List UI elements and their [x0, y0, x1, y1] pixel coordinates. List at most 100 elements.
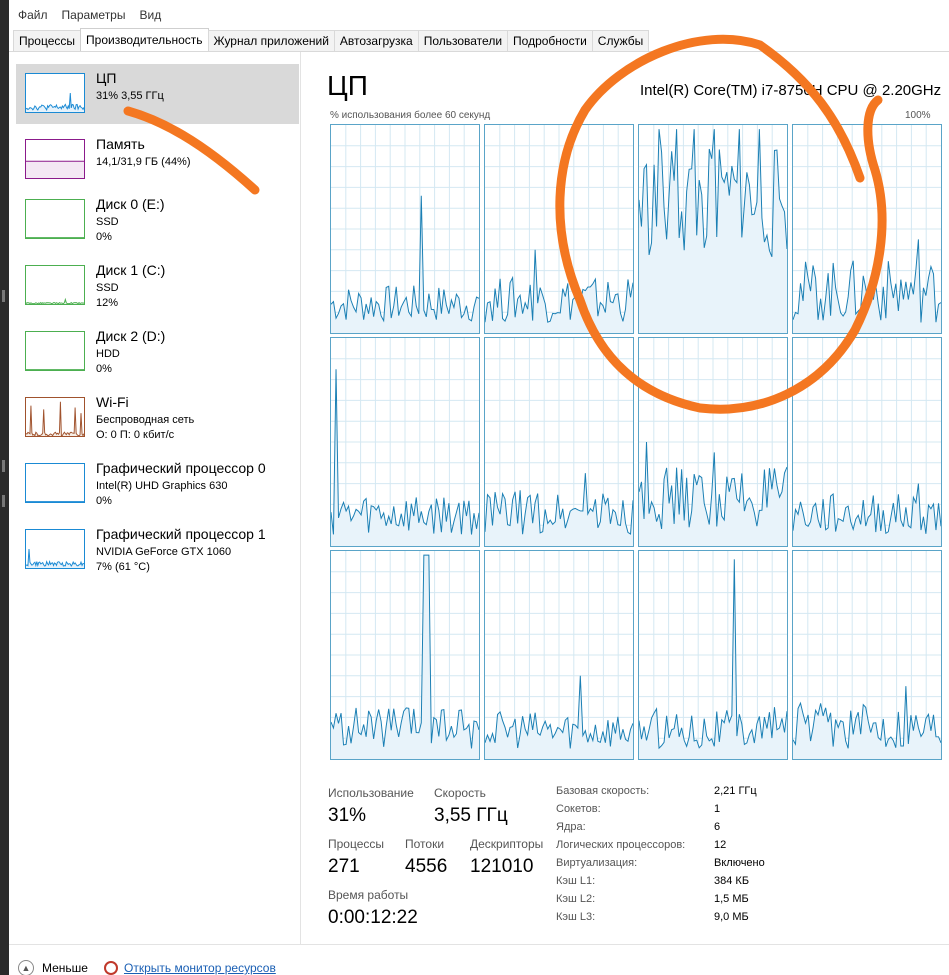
speed-value: 3,55 ГГц	[434, 805, 508, 826]
uptime-value: 0:00:12:22	[328, 907, 418, 928]
info-key: Ядра:	[556, 821, 586, 833]
tab-app-history[interactable]: Журнал приложений	[207, 30, 335, 51]
sidebar-item-value: 0%	[96, 231, 112, 243]
usage-value: 31%	[328, 805, 367, 826]
footer: ▲ Меньше Открыть монитор ресурсов	[18, 960, 276, 975]
uptime-label: Время работы	[328, 888, 409, 902]
sidebar-item-subtitle: SSD	[96, 282, 119, 294]
info-value: 9,0 МБ	[714, 911, 749, 923]
logical-cpu-graph-3	[792, 124, 942, 334]
sidebar-item-value: О: 0 П: 0 кбит/с	[96, 429, 175, 441]
sidebar-item-2[interactable]: Диск 0 (E:) SSD 0%	[16, 190, 299, 250]
info-row: Сокетов: 1	[556, 803, 816, 821]
sidebar-item-subtitle: Беспроводная сеть	[96, 414, 195, 426]
logical-cpu-graph-4	[330, 337, 480, 547]
open-resource-monitor-link[interactable]: Открыть монитор ресурсов	[124, 961, 276, 975]
logical-cpu-graph-5	[484, 337, 634, 547]
logical-cpu-graph-10	[638, 550, 788, 760]
info-row: Кэш L1: 384 КБ	[556, 875, 816, 893]
info-key: Кэш L1:	[556, 875, 596, 887]
resource-monitor-icon	[103, 961, 118, 975]
sidebar-item-subtitle: NVIDIA GeForce GTX 1060	[96, 546, 232, 558]
tab-services[interactable]: Службы	[591, 30, 650, 51]
tab-performance[interactable]: Производительность	[80, 28, 209, 51]
tab-processes[interactable]: Процессы	[13, 30, 82, 51]
menu-file[interactable]: Файл	[18, 8, 48, 22]
info-value: Включено	[714, 857, 765, 869]
sidebar-item-7[interactable]: Графический процессор 1 NVIDIA GeForce GT…	[16, 520, 299, 580]
tab-startup[interactable]: Автозагрузка	[333, 30, 419, 51]
info-row: Виртуализация: Включено	[556, 857, 816, 875]
processes-label: Процессы	[328, 837, 385, 851]
usage-label: Использование	[328, 786, 414, 800]
speed-label: Скорость	[434, 786, 486, 800]
sidebar-item-subtitle: 31% 3,55 ГГц	[96, 90, 164, 102]
menu-view[interactable]: Вид	[139, 8, 161, 22]
sidebar-item-title: Диск 2 (D:)	[96, 328, 166, 344]
pane-divider[interactable]	[300, 52, 301, 945]
info-value: 6	[714, 821, 721, 833]
menu-bar: Файл Параметры Вид	[9, 0, 949, 30]
sidebar-item-value: 7% (61 °C)	[96, 561, 150, 573]
sidebar-item-graph	[25, 331, 85, 371]
sidebar-item-subtitle: Intel(R) UHD Graphics 630	[96, 480, 228, 492]
cpu-model-name: Intel(R) Core(TM) i7-8750H CPU @ 2.20GHz	[640, 82, 942, 99]
info-key: Логических процессоров:	[556, 839, 686, 851]
sidebar-item-3[interactable]: Диск 1 (C:) SSD 12%	[16, 256, 299, 316]
logical-cpu-graph-2	[638, 124, 788, 334]
info-key: Кэш L2:	[556, 893, 596, 905]
tab-bar: Процессы Производительность Журнал прило…	[9, 28, 949, 52]
logical-cpu-graph-9	[484, 550, 634, 760]
footer-divider	[9, 944, 949, 945]
sidebar-item-title: ЦП	[96, 70, 117, 86]
info-value: 1,5 МБ	[714, 893, 749, 905]
handles-value: 121010	[470, 856, 534, 877]
tab-details[interactable]: Подробности	[507, 30, 593, 51]
info-row: Ядра: 6	[556, 821, 816, 839]
sidebar-item-subtitle: HDD	[96, 348, 120, 360]
sidebar-item-5[interactable]: Wi-Fi Беспроводная сеть О: 0 П: 0 кбит/с	[16, 388, 299, 448]
sidebar-item-title: Память	[96, 136, 145, 152]
graph-area	[26, 549, 84, 568]
info-value: 12	[714, 839, 727, 851]
sidebar-item-title: Wi-Fi	[96, 394, 129, 410]
graph-axis-max: 100%	[905, 110, 931, 121]
processes-value: 271	[328, 856, 360, 877]
sidebar-item-0[interactable]: ЦП 31% 3,55 ГГц	[16, 64, 299, 124]
logical-cpu-graph-6	[638, 337, 788, 547]
sidebar-item-4[interactable]: Диск 2 (D:) HDD 0%	[16, 322, 299, 382]
tab-users[interactable]: Пользователи	[417, 30, 509, 51]
info-value: 2,21 ГГц	[714, 785, 757, 797]
info-value: 1	[714, 803, 721, 815]
threads-value: 4556	[405, 856, 448, 877]
sidebar-item-subtitle: 14,1/31,9 ГБ (44%)	[96, 156, 191, 168]
info-row: Кэш L3: 9,0 МБ	[556, 911, 816, 929]
sidebar-item-1[interactable]: Память 14,1/31,9 ГБ (44%)	[16, 130, 299, 190]
handles-label: Дескрипторы	[470, 837, 544, 851]
sidebar-item-subtitle: SSD	[96, 216, 119, 228]
graph-area	[639, 129, 787, 333]
logical-cpu-graph-grid[interactable]	[330, 124, 942, 760]
logical-cpu-graph-0	[330, 124, 480, 334]
info-key: Сокетов:	[556, 803, 601, 815]
logical-cpu-graph-11	[792, 550, 942, 760]
taskbar-strip	[0, 0, 9, 975]
graph-axis-caption: % использования более 60 секунд	[330, 110, 491, 121]
info-key: Виртуализация:	[556, 857, 638, 869]
page-title: ЦП	[327, 70, 368, 101]
graph-area	[26, 161, 84, 178]
cpu-info-table: Базовая скорость: 2,21 ГГц Сокетов: 1 Ядра: 6…	[556, 785, 816, 929]
chevron-up-icon[interactable]: ▲	[18, 960, 34, 975]
sidebar-item-graph	[25, 73, 85, 113]
logical-cpu-graph-7	[792, 337, 942, 547]
info-row: Кэш L2: 1,5 МБ	[556, 893, 816, 911]
fewer-details-button[interactable]: Меньше	[42, 961, 88, 975]
sidebar-item-graph	[25, 139, 85, 179]
resource-sidebar: ЦП 31% 3,55 ГГц Память 14,1/31,9 ГБ (44%) Ди…	[9, 60, 299, 940]
info-row: Логических процессоров: 12	[556, 839, 816, 857]
sidebar-item-graph	[25, 265, 85, 305]
sidebar-item-title: Диск 1 (C:)	[96, 262, 166, 278]
sidebar-item-6[interactable]: Графический процессор 0 Intel(R) UHD Grap…	[16, 454, 299, 514]
sidebar-item-graph	[25, 199, 85, 239]
menu-options[interactable]: Параметры	[62, 8, 126, 22]
